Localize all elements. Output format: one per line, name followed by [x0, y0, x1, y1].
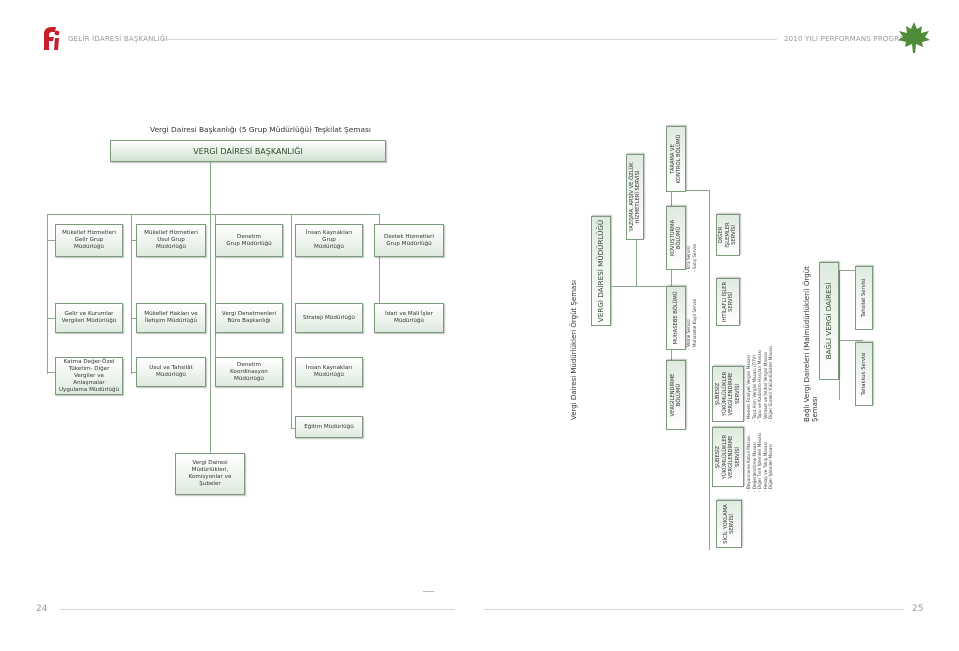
root-connector: [611, 286, 671, 287]
row2-box-2: Mükellef Hakları ve İletişim Müdürlüğü: [136, 303, 206, 333]
rotated-list-b-wrap: - Beyanname Kabul Masası - Değerlendirme…: [746, 422, 774, 492]
rotated-vergilendirme-wrap: VERGİLENDİRME BÖLÜMÜ: [666, 360, 686, 430]
vergilendirme-box: VERGİLENDİRME BÖLÜMÜ: [666, 360, 686, 430]
col4-line: [291, 214, 292, 429]
header-right-title: 2010 YILI PERFORMANS PROGRAMI: [784, 35, 913, 43]
rotated-sub-root-wrap: BAĞLI VERGİ DAİRESİ: [819, 262, 839, 380]
header-rule: [160, 39, 777, 40]
row2-box-5: İdari ve Mali İşler Müdürlüğü: [374, 303, 444, 333]
rotated-sicil-wrap: SİCİL YOKLAMA SERVİSİ: [716, 500, 742, 548]
bagli-vergi-dairesi-box: BAĞLI VERGİ DAİRESİ: [819, 262, 839, 380]
footer-rule-right: [484, 609, 904, 610]
col1-line: [47, 214, 48, 374]
row3-box-4: İnsan Kaynakları Müdürlüğü: [295, 357, 363, 387]
egitim-mudurlugu-box: Eğitim Müdürlüğü: [295, 416, 363, 438]
subesiz-servisi-box-1: ŞUBESİZ YÜKÜMLÜLÜKLER VERGİLENDİRME SERV…: [712, 366, 744, 422]
sicil-yoklama-box: SİCİL YOKLAMA SERVİSİ: [716, 500, 742, 548]
tick: [47, 372, 55, 373]
rotated-diger-wrap: DİĞER İŞLEMLER SERVİSİ: [716, 214, 740, 256]
header-left-title: GELİR İDARESİ BAŞKANLIĞI: [68, 35, 168, 43]
vergi-dairesi-baskanligi-box: VERGİ DAİRESİ BAŞKANLIĞI: [110, 140, 386, 162]
muhasebe-box: MUHASEBE BÖLÜMÜ: [666, 286, 686, 350]
rotated-tahakkuk-wrap: Tahakkuk Servisi: [855, 342, 873, 406]
right-chart-title: Vergi Dairesi Müdürlükleri Örgüt Şeması: [570, 280, 578, 420]
rotated-tahsilat-wrap: Tahsilat Servisi: [855, 266, 873, 330]
col2-line: [131, 214, 132, 374]
row3-box-1: Katma Değer-Özel Tüketim- Diğer Vergiler…: [55, 357, 123, 395]
rotated-kovusturma-list-wrap: - İcra Servisi - Satış Servisi: [686, 232, 697, 272]
right-page-number: 25: [912, 604, 924, 614]
row2-box-3: Vergi Denetmenleri Büro Başkanlığı: [215, 303, 283, 333]
group-box-4: İnsan Kaynakları Grup Müdürlüğü: [295, 224, 363, 257]
rotated-archive-wrap: YAZIŞMA, ARŞİV VE ÖZLÜK HİZMETLERİ SERVİ…: [626, 154, 644, 240]
group-bus-line: [47, 214, 379, 215]
gib-logo: [38, 24, 62, 52]
group-box-5: Destek Hizmetleri Grup Müdürlüğü: [374, 224, 444, 257]
logo-icon: [44, 27, 60, 50]
kovusturma-box: KOVUŞTURMA BÖLÜMÜ: [666, 206, 686, 270]
services-trunk: [709, 190, 710, 550]
vergi-dairesi-mudurlugu-box: VERGİ DAİRESİ MÜDÜRLÜĞÜ: [591, 216, 611, 326]
group-box-2: Mükellef Hizmetleri Usul Grup Müdürlüğü: [136, 224, 206, 257]
tick: [47, 318, 55, 319]
footer-rule-left: [60, 609, 455, 610]
maple-leaf-icon: [896, 20, 932, 58]
tahakkuk-servisi-box: Tahakkuk Servisi: [855, 342, 873, 406]
left-page-number: 24: [36, 604, 48, 614]
sub-connector-vertical: [839, 270, 840, 400]
group-box-3: Denetim Grup Müdürlüğü: [215, 224, 283, 257]
rotated-tarama-wrap: TARAMA VE KONTROL BÖLÜMÜ: [666, 126, 686, 192]
rotated-subesiz1-wrap: ŞUBESİZ YÜKÜMLÜLÜKLER VERGİLENDİRME SERV…: [712, 366, 744, 422]
subesiz-servisi-box-2: ŞUBESİZ YÜKÜMLÜLÜKLER VERGİLENDİRME SERV…: [712, 427, 744, 487]
vergi-dairesi-mudurlukleri-box: Vergi Dairesi Müdürlükleri, Komisyonlar …: [175, 453, 245, 495]
rotated-muhasebe-list-wrap: - Vezne Servisi - Muhasebe Kayıt Servisi: [686, 290, 697, 350]
rotated-root-wrap: VERGİ DAİRESİ MÜDÜRLÜĞÜ: [591, 216, 611, 326]
sub-connector-mid: [839, 340, 863, 341]
sub-chart-title: Bağlı Vergi Daireleri (Malmüdürlükleri) …: [803, 266, 819, 422]
tarama-kontrol-box: TARAMA VE KONTROL BÖLÜMÜ: [666, 126, 686, 192]
group-box-1: Mükellef Hizmetleri Gelir Grup Müdürlüğü: [55, 224, 123, 257]
rotated-ihtilafli-wrap: İHTİLAFLI İŞLER SERVİSİ: [716, 278, 740, 326]
arsiv-servisi-box: YAZIŞMA, ARŞİV VE ÖZLÜK HİZMETLERİ SERVİ…: [626, 154, 644, 240]
rotated-muhasebe-wrap: MUHASEBE BÖLÜMÜ: [666, 286, 686, 350]
ihtilafli-isler-box: İHTİLAFLI İŞLER SERVİSİ: [716, 278, 740, 326]
archive-connector: [636, 240, 637, 287]
tick: [47, 240, 55, 241]
row2-box-1: Gelir ve Kurumlar Vergileri Müdürlüğü: [55, 303, 123, 333]
rotated-list-a-wrap: - Mesleki Faaliyet Vergisi Masası - Taşı…: [746, 344, 774, 422]
left-chart-title: Vergi Dairesi Başkanlığı (5 Grup Müdürlü…: [150, 125, 371, 134]
rotated-subesiz2-wrap: ŞUBESİZ YÜKÜMLÜLÜKLER VERGİLENDİRME SERV…: [712, 427, 744, 487]
center-mark: [423, 591, 434, 592]
muhasebe-list: - Vezne Servisi - Muhasebe Kayıt Servisi: [686, 298, 697, 350]
tahsilat-servisi-box: Tahsilat Servisi: [855, 266, 873, 330]
rotated-kovusturma-wrap: KOVUŞTURMA BÖLÜMÜ: [666, 206, 686, 270]
row3-box-2: Usul ve Tahsilât Müdürlüğü: [136, 357, 206, 387]
kovusturma-list: - İcra Servisi - Satış Servisi: [686, 243, 697, 272]
trunk-line: [210, 162, 211, 467]
masalar-list-a: - Mesleki Faaliyet Vergisi Masası - Taşı…: [746, 345, 774, 422]
diger-islemler-box: DİĞER İŞLEMLER SERVİSİ: [716, 214, 740, 256]
masalar-list-b: - Beyanname Kabul Masası - Değerlendirme…: [746, 432, 774, 492]
row2-box-4: Strateji Müdürlüğü: [295, 303, 363, 333]
row3-box-3: Denetim Koordinasyon Müdürlüğü: [215, 357, 283, 387]
